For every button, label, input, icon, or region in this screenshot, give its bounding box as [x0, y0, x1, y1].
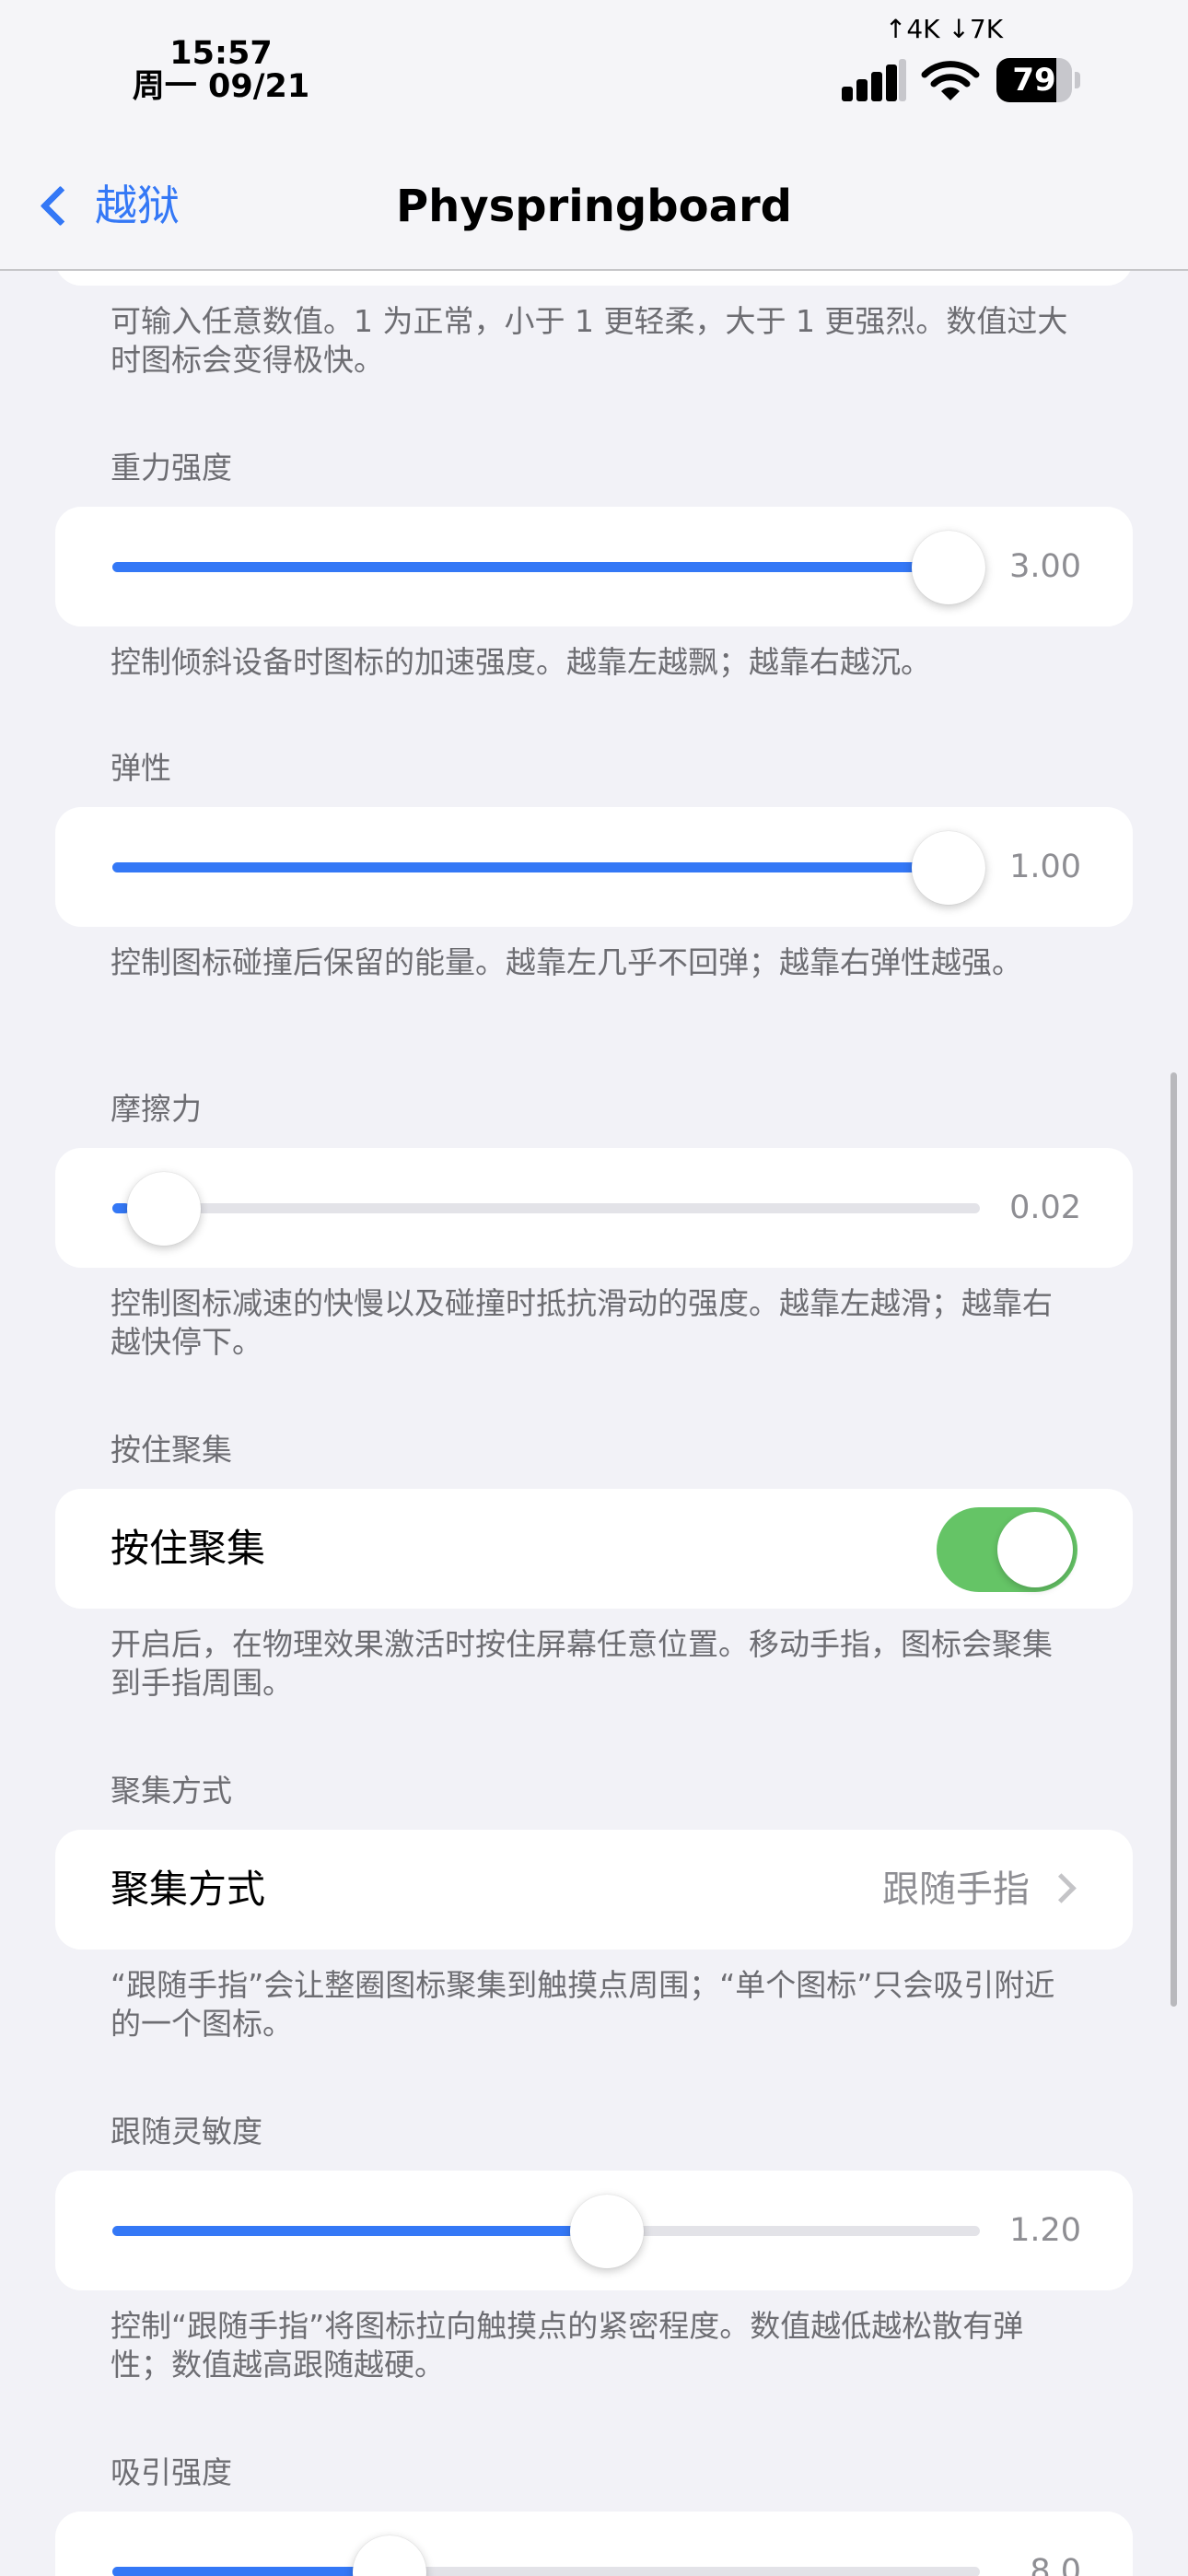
- network-speed: ↑4K ↓7K: [884, 14, 1004, 44]
- attraction-slider-track[interactable]: [112, 2567, 980, 2576]
- navigation-bar: 越狱 Physpringboard: [0, 138, 1188, 271]
- intro-footer: 可输入任意数值。1 为正常，小于 1 更轻柔，大于 1 更强烈。数值过大时图标会…: [111, 303, 1068, 378]
- hold-gather-footer: 开启后，在物理效果激活时按住屏幕任意位置。移动手指，图标会聚集到手指周围。: [111, 1626, 1053, 1701]
- hold-gather-card: 按住聚集: [55, 1489, 1133, 1609]
- gather-mode-label: 聚集方式: [111, 1867, 266, 1912]
- follow-sensitivity-slider-thumb[interactable]: [569, 2195, 644, 2268]
- gather-mode-footer: “跟随手指”会让整圈图标聚集到触摸点周围；“单个图标”只会吸引附近的一个图标。: [111, 1967, 1055, 2042]
- elasticity-slider-fill: [112, 862, 980, 872]
- gather-mode-value: 跟随手指: [882, 1868, 1030, 1911]
- elasticity-card: 1.00: [55, 807, 1133, 927]
- battery-icon: 79: [996, 58, 1080, 102]
- attraction-slider-thumb[interactable]: [353, 2535, 427, 2576]
- gather-mode-row[interactable]: 聚集方式 跟随手指: [55, 1830, 1133, 1950]
- friction-slider-thumb[interactable]: [127, 1172, 201, 1246]
- elasticity-footer: 控制图标碰撞后保留的能量。越靠左几乎不回弹；越靠右弹性越强。: [111, 944, 1022, 980]
- gravity-card: 3.00: [55, 507, 1133, 626]
- elasticity-value: 1.00: [1009, 849, 1081, 885]
- gravity-slider-track[interactable]: [112, 562, 980, 572]
- gravity-slider-thumb[interactable]: [912, 531, 985, 604]
- previous-card-edge: [55, 271, 1133, 286]
- attraction-value: 8.0: [1030, 2553, 1081, 2576]
- follow-sensitivity-slider-fill: [112, 2226, 607, 2236]
- attraction-header: 吸引强度: [111, 2454, 232, 2490]
- friction-value: 0.02: [1009, 1189, 1081, 1226]
- scroll-indicator[interactable]: [1171, 1072, 1177, 2007]
- status-date: 周一 09/21: [132, 68, 310, 105]
- settings-list[interactable]: 可输入任意数值。1 为正常，小于 1 更轻柔，大于 1 更强烈。数值过大时图标会…: [0, 271, 1188, 2576]
- follow-sensitivity-value: 1.20: [1009, 2212, 1081, 2249]
- attraction-card: 8.0: [55, 2512, 1133, 2576]
- follow-sensitivity-card: 1.20: [55, 2171, 1133, 2290]
- wifi-icon: [921, 61, 980, 100]
- cellular-signal-icon: [842, 59, 908, 101]
- gravity-header: 重力强度: [111, 450, 232, 486]
- hold-gather-toggle[interactable]: [937, 1507, 1077, 1592]
- attraction-slider-fill: [112, 2567, 390, 2576]
- hold-gather-header: 按住聚集: [111, 1432, 232, 1468]
- friction-footer: 控制图标减速的快慢以及碰撞时抵抗滑动的强度。越靠左越滑；越靠右越快停下。: [111, 1285, 1053, 1360]
- hold-gather-label: 按住聚集: [111, 1526, 266, 1571]
- elasticity-slider-track[interactable]: [112, 862, 980, 872]
- follow-sensitivity-slider-track[interactable]: [112, 2226, 980, 2236]
- status-time: 15:57: [169, 35, 273, 72]
- follow-sensitivity-footer: 控制“跟随手指”将图标拉向触摸点的紧密程度。数值越低越松散有弹性；数值越高跟随越…: [111, 2308, 1024, 2383]
- battery-level: 79: [1012, 62, 1056, 99]
- elasticity-header: 弹性: [111, 750, 171, 786]
- gravity-value: 3.00: [1009, 548, 1081, 585]
- elasticity-slider-thumb[interactable]: [912, 831, 985, 905]
- page-title: Physpringboard: [396, 181, 792, 232]
- toggle-knob: [997, 1512, 1073, 1587]
- status-bar: 15:57 周一 09/21 ↑4K ↓7K 79: [0, 0, 1188, 138]
- follow-sensitivity-header: 跟随灵敏度: [111, 2113, 262, 2149]
- chevron-right-icon: [1046, 1873, 1077, 1903]
- gravity-footer: 控制倾斜设备时图标的加速强度。越靠左越飘；越靠右越沉。: [111, 644, 931, 680]
- gather-mode-header: 聚集方式: [111, 1773, 232, 1809]
- gravity-slider-fill: [112, 562, 980, 572]
- friction-card: 0.02: [55, 1148, 1133, 1268]
- friction-slider-track[interactable]: [112, 1203, 980, 1213]
- friction-header: 摩擦力: [111, 1091, 202, 1127]
